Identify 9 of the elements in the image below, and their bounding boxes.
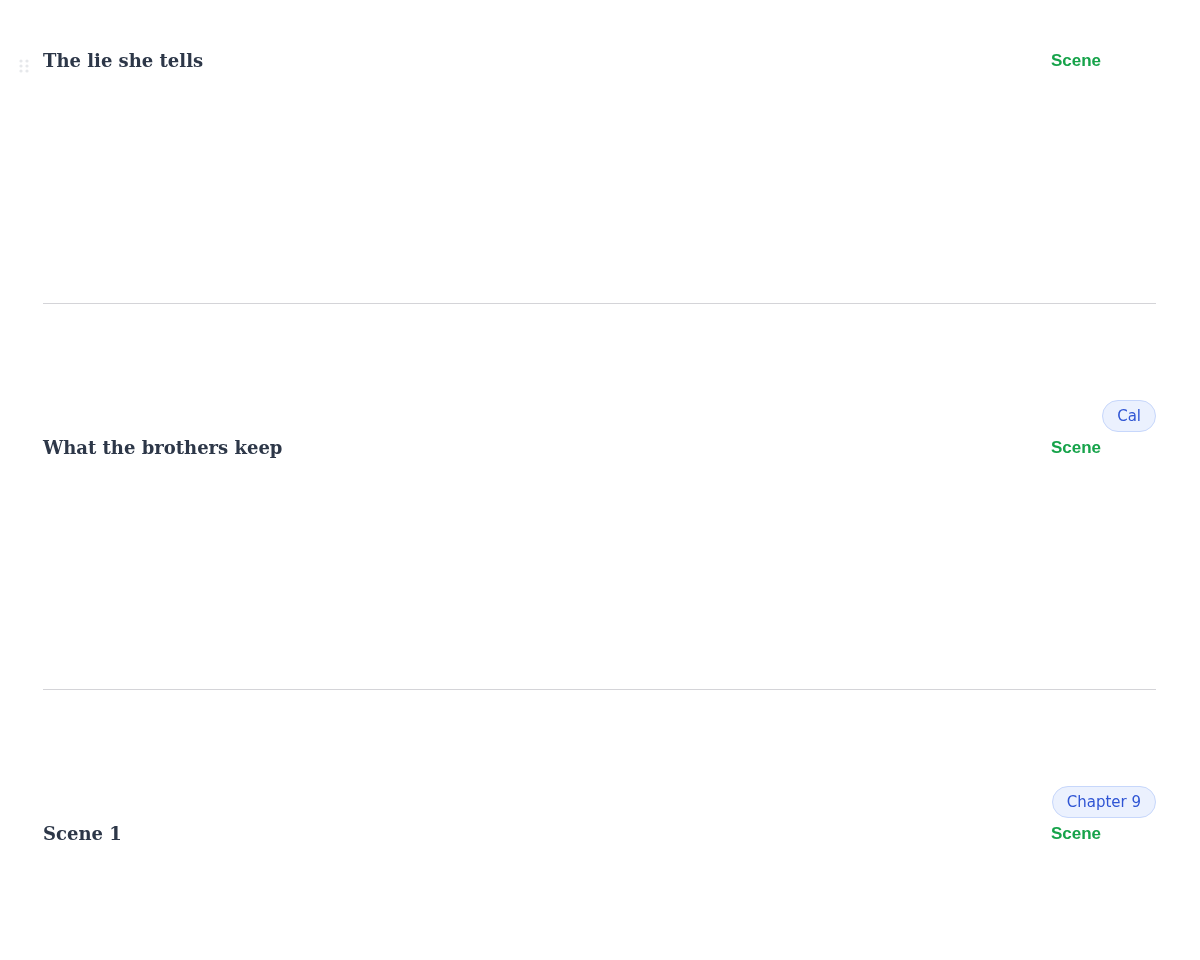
drag-handle-icon[interactable] (19, 59, 29, 73)
scene-type-label: Scene (1050, 50, 1101, 71)
scene-title[interactable]: The lie she tells (43, 50, 204, 71)
scene-type-label: Scene (1050, 823, 1101, 844)
tag-pill: Chapter 9 (1051, 786, 1156, 818)
scene-title[interactable]: What the brothers keep (43, 437, 283, 458)
tag-pill: Cal (1102, 400, 1156, 432)
scene-title[interactable]: Scene 1 (43, 823, 122, 844)
scene-type-label: Scene (1050, 437, 1101, 458)
